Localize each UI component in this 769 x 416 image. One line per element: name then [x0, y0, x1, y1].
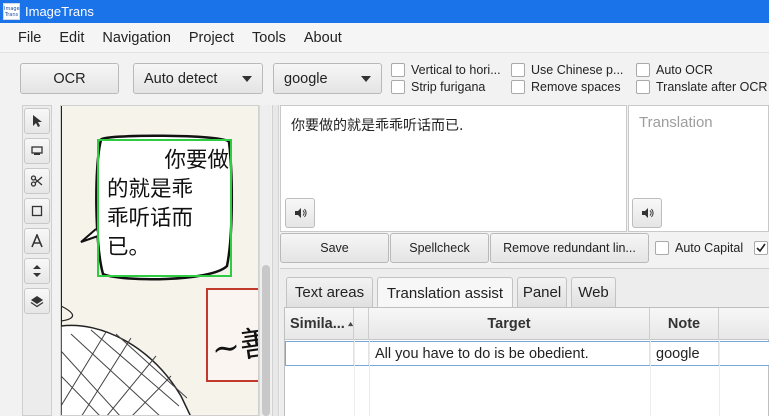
column-divider [354, 340, 355, 416]
region-icon[interactable] [24, 138, 50, 164]
speak-source-button[interactable] [285, 198, 315, 228]
checkbox-box[interactable] [391, 80, 405, 94]
splitter[interactable] [272, 105, 279, 416]
auto-ocr-checkbox[interactable]: Auto OCR [636, 63, 713, 77]
app-logo-icon: Image Trans [3, 3, 20, 20]
menu-project[interactable]: Project [180, 30, 243, 46]
pointer-icon[interactable] [24, 108, 50, 134]
scrollbar-thumb[interactable] [262, 265, 270, 416]
cell-target: All you have to do is be obedient. [369, 342, 650, 365]
menu-edit[interactable]: Edit [50, 30, 93, 46]
bubble-line: 的就是乖 [107, 177, 194, 202]
checkbox-box[interactable] [511, 80, 525, 94]
speech-bubble-text: 你要做 的就是乖 乖听话而 已。 [107, 146, 229, 262]
strip-furigana-checkbox[interactable]: Strip furigana [391, 80, 485, 94]
assist-panel: Text areas Translation assist Panel Web … [280, 268, 769, 416]
save-button[interactable]: Save [280, 233, 389, 263]
check-icon [756, 243, 766, 253]
chevron-down-icon [361, 76, 371, 82]
column-header-similarity[interactable]: Simila... [285, 308, 354, 340]
column-header-label: Simila... [290, 316, 345, 332]
menu-tools[interactable]: Tools [243, 30, 295, 46]
extra-checkbox[interactable] [754, 241, 769, 255]
checkbox-label: Auto OCR [656, 63, 713, 77]
cell-note: google [650, 342, 719, 365]
language-select-value: Auto detect [144, 70, 218, 87]
speak-translation-button[interactable] [632, 198, 662, 228]
checkbox-label: Auto Capital [675, 241, 744, 255]
menu-about[interactable]: About [295, 30, 351, 46]
bubble-line: 你要做 [164, 148, 229, 173]
rectangle-icon[interactable] [24, 198, 50, 224]
checkbox-box[interactable] [655, 241, 669, 255]
speaker-icon [642, 208, 654, 218]
checkbox-box[interactable] [391, 63, 405, 77]
canvas-scrollbar[interactable] [259, 105, 271, 416]
language-select[interactable]: Auto detect [133, 63, 263, 94]
checkbox-label: Vertical to hori... [411, 63, 501, 77]
column-divider [650, 340, 651, 416]
column-divider [369, 340, 370, 416]
column-header-target[interactable]: Target [369, 308, 650, 340]
column-header-extra[interactable] [719, 308, 769, 340]
bubble-line: 乖听话而 [107, 206, 194, 231]
sign-text: ~善 [209, 321, 259, 371]
use-chinese-checkbox[interactable]: Use Chinese p... [511, 63, 623, 77]
cell-blank [354, 342, 369, 365]
translation-memory-table: Simila... Target Note All you have to do… [284, 307, 769, 416]
checkbox-box[interactable] [636, 63, 650, 77]
spellcheck-button[interactable]: Spellcheck [390, 233, 489, 263]
remove-spaces-checkbox[interactable]: Remove spaces [511, 80, 621, 94]
editor-actions: Save Spellcheck Remove redundant lin... … [280, 233, 769, 263]
translate-after-ocr-checkbox[interactable]: Translate after OCR [636, 80, 767, 94]
tab-text-areas[interactable]: Text areas [286, 277, 373, 307]
menu-bar: File Edit Navigation Project Tools About [0, 23, 769, 53]
chevron-down-icon [242, 76, 252, 82]
tab-web[interactable]: Web [571, 277, 616, 307]
cell-similarity [286, 342, 354, 365]
checkbox-box[interactable] [636, 80, 650, 94]
window-title: ImageTrans [25, 4, 94, 19]
image-canvas[interactable]: 你要做 的就是乖 乖听话而 已。 ~善 [60, 105, 259, 416]
source-text-area[interactable]: 你要做的就是乖乖听话而已. [280, 105, 627, 232]
tab-translation-assist[interactable]: Translation assist [377, 277, 513, 308]
toolbar: OCR Auto detect google Vertical to hori.… [0, 53, 769, 103]
scissors-icon[interactable] [24, 168, 50, 194]
engine-select[interactable]: google [273, 63, 382, 94]
table-row[interactable]: All you have to do is be obedient. googl… [285, 341, 769, 366]
remove-redundant-lines-button[interactable]: Remove redundant lin... [490, 233, 649, 263]
source-text[interactable]: 你要做的就是乖乖听话而已. [291, 115, 463, 135]
column-header-note[interactable]: Note [650, 308, 719, 340]
auto-capital-checkbox[interactable]: Auto Capital [655, 241, 743, 255]
menu-file[interactable]: File [0, 30, 50, 46]
tab-panel[interactable]: Panel [517, 277, 567, 307]
arrows-icon[interactable] [24, 258, 50, 284]
checkbox-box[interactable] [754, 241, 768, 255]
ocr-button[interactable]: OCR [20, 63, 119, 94]
vertical-to-horizontal-checkbox[interactable]: Vertical to hori... [391, 63, 501, 77]
tool-palette [22, 105, 52, 416]
speaker-icon [295, 208, 307, 218]
table-header: Simila... Target Note [285, 308, 769, 340]
bubble-line: 已。 [107, 235, 151, 260]
menu-navigation[interactable]: Navigation [93, 30, 180, 46]
layers-icon[interactable] [24, 288, 50, 314]
checkbox-label: Strip furigana [411, 80, 486, 94]
title-bar: Image Trans ImageTrans [0, 0, 769, 23]
checkbox-label: Remove spaces [531, 80, 621, 94]
checkbox-box[interactable] [511, 63, 525, 77]
column-divider [719, 340, 720, 416]
checkbox-label: Use Chinese p... [531, 63, 624, 77]
column-header-blank[interactable] [354, 308, 369, 340]
checkbox-label: Translate after OCR [656, 80, 768, 94]
text-icon[interactable] [24, 228, 50, 254]
sort-ascending-icon [347, 321, 353, 327]
translation-text-area[interactable]: Translation [628, 105, 769, 232]
translation-placeholder: Translation [639, 114, 713, 131]
engine-select-value: google [284, 70, 328, 87]
